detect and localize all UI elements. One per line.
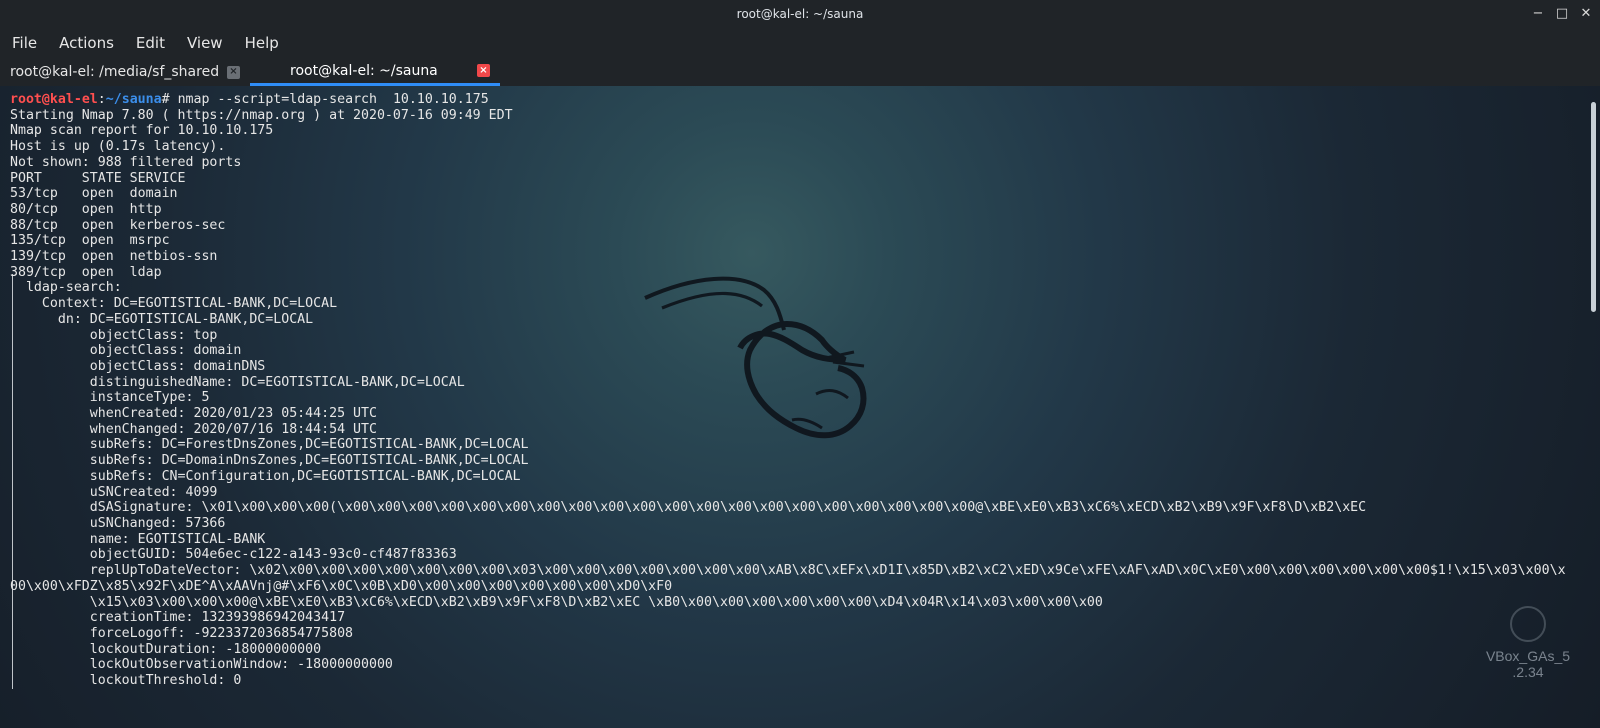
- output-line: objectClass: domain: [10, 343, 242, 359]
- minimize-icon[interactable]: −: [1532, 6, 1544, 21]
- tab-label: root@kal-el: /media/sf_shared: [10, 64, 220, 80]
- output-line: 139/tcp open netbios-ssn: [10, 249, 218, 265]
- tab-bar: root@kal-el: /media/sf_shared × root@kal…: [0, 58, 1600, 86]
- menu-edit[interactable]: Edit: [136, 34, 165, 52]
- scrollbar-thumb[interactable]: [1591, 102, 1596, 312]
- output-line: objectClass: top: [10, 327, 218, 343]
- output-line: uSNChanged: 57366: [10, 515, 226, 531]
- prompt-hash: #: [161, 92, 170, 107]
- output-line: Context: DC=EGOTISTICAL-BANK,DC=LOCAL: [10, 296, 338, 312]
- output-line: replUpToDateVector: \x02\x00\x00\x00\x00…: [10, 563, 1566, 579]
- menu-bar: File Actions Edit View Help: [0, 28, 1600, 58]
- output-line: PORT STATE SERVICE: [10, 170, 186, 186]
- output-line: Not shown: 988 filtered ports: [10, 154, 242, 170]
- output-line: uSNCreated: 4099: [10, 484, 218, 500]
- output-line: forceLogoff: -9223372036854775808: [10, 625, 354, 641]
- tab-label: root@kal-el: ~/sauna: [290, 62, 438, 79]
- output-line: dn: DC=EGOTISTICAL-BANK,DC=LOCAL: [10, 311, 314, 327]
- close-tab-icon[interactable]: ×: [477, 64, 490, 77]
- maximize-icon[interactable]: □: [1556, 6, 1568, 21]
- window-titlebar: root@kal-el: ~/sauna − □ ✕: [0, 0, 1600, 28]
- output-line: subRefs: CN=Configuration,DC=EGOTISTICAL…: [10, 468, 521, 484]
- window-controls: − □ ✕: [1532, 6, 1592, 21]
- output-line: distinguishedName: DC=EGOTISTICAL-BANK,D…: [10, 374, 465, 390]
- output-line: subRefs: DC=ForestDnsZones,DC=EGOTISTICA…: [10, 437, 529, 453]
- close-icon[interactable]: ✕: [1580, 6, 1592, 21]
- output-line: 88/tcp open kerberos-sec: [10, 217, 226, 233]
- output-line: objectGUID: 504e6ec-c122-a143-93c0-cf487…: [10, 547, 457, 563]
- output-line: 00\x00\xFDZ\x85\x92F\xDE^A\xAAVnj@#\xF6\…: [10, 578, 673, 594]
- prompt-user: root: [10, 92, 42, 107]
- output-line: 389/tcp open ldap: [10, 264, 162, 280]
- output-line: name: EGOTISTICAL-BANK: [10, 531, 266, 547]
- tab-media-sf-shared[interactable]: root@kal-el: /media/sf_shared ×: [0, 58, 250, 86]
- output-line: 135/tcp open msrpc: [10, 233, 170, 249]
- prompt-host: kal-el: [49, 92, 98, 107]
- output-line: Nmap scan report for 10.10.10.175: [10, 123, 274, 139]
- output-line: 80/tcp open http: [10, 201, 162, 217]
- output-line: subRefs: DC=DomainDnsZones,DC=EGOTISTICA…: [10, 453, 529, 469]
- output-line: creationTime: 132393986942043417: [10, 610, 346, 626]
- menu-file[interactable]: File: [12, 34, 37, 52]
- output-line: lockOutObservationWindow: -18000000000: [10, 657, 393, 673]
- output-line: dSASignature: \x01\x00\x00\x00(\x00\x00\…: [10, 500, 1367, 516]
- output-line: Host is up (0.17s latency).: [10, 139, 226, 155]
- window-title: root@kal-el: ~/sauna: [736, 7, 864, 21]
- menu-view[interactable]: View: [187, 34, 223, 52]
- menu-actions[interactable]: Actions: [59, 34, 114, 52]
- prompt-at: @: [41, 92, 50, 107]
- terminal-viewport[interactable]: VBox_GAs_5 .2.34 root@kal-el:~/sauna# nm…: [0, 86, 1600, 728]
- prompt-line: root@kal-el:~/sauna# nmap --script=ldap-…: [10, 92, 1570, 108]
- menu-help[interactable]: Help: [245, 34, 279, 52]
- output-line: 53/tcp open domain: [10, 186, 178, 202]
- output-line: whenCreated: 2020/01/23 05:44:25 UTC: [10, 406, 377, 422]
- output-line: Starting Nmap 7.80 ( https://nmap.org ) …: [10, 107, 513, 123]
- output-line: whenChanged: 2020/07/16 18:44:54 UTC: [10, 421, 377, 437]
- terminal-output: root@kal-el:~/sauna# nmap --script=ldap-…: [10, 92, 1570, 689]
- output-line: lockoutDuration: -18000000000: [10, 641, 322, 657]
- close-tab-icon[interactable]: ×: [227, 65, 240, 79]
- scrollbar-track[interactable]: [1588, 88, 1598, 728]
- prompt-command: nmap --script=ldap-search 10.10.10.175: [169, 92, 489, 107]
- prompt-colon: :: [97, 92, 106, 107]
- output-line: instanceType: 5: [10, 390, 210, 406]
- output-line: lockoutThreshold: 0: [10, 673, 242, 689]
- output-line: objectClass: domainDNS: [10, 358, 266, 374]
- prompt-path: ~/sauna: [105, 92, 162, 107]
- output-line: \x15\x03\x00\x00\x00@\xBE\xE0\xB3\xC6%\x…: [10, 594, 1103, 610]
- output-line: ldap-search:: [10, 280, 122, 296]
- tab-sauna[interactable]: root@kal-el: ~/sauna ×: [250, 58, 500, 86]
